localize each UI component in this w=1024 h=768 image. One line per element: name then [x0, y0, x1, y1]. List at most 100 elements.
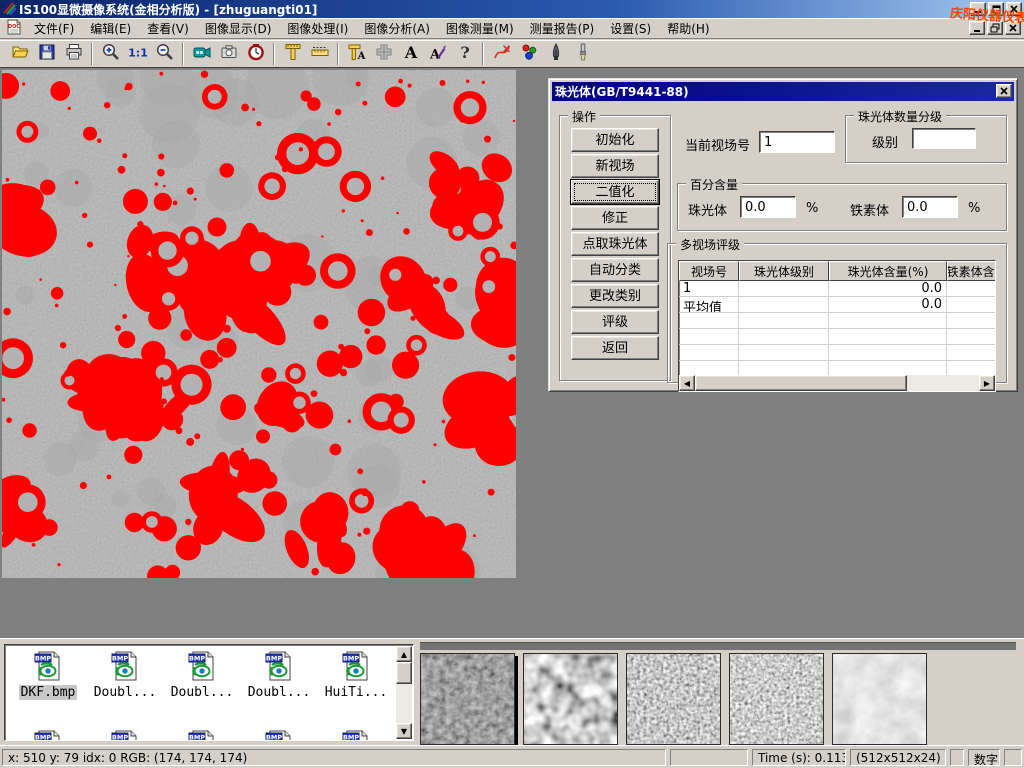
- file-item-row2-2[interactable]: BMP: [165, 729, 239, 741]
- measure-label-button[interactable]: A: [343, 42, 370, 66]
- ruler-button[interactable]: [306, 42, 333, 66]
- column-header-2[interactable]: 珠光体含量(%): [829, 261, 947, 281]
- bmp-file-icon: BMP: [33, 671, 63, 685]
- table-row-0[interactable]: 10.0: [679, 281, 995, 297]
- menu-item-2[interactable]: 查看(V): [139, 18, 197, 39]
- file-list-scrollbar[interactable]: ▲ ▼: [396, 646, 412, 739]
- op-button-6[interactable]: 更改类别: [571, 284, 659, 308]
- text-button[interactable]: A: [397, 42, 424, 66]
- file-browser[interactable]: BMPDKF.bmpBMPDoubl...BMPDoubl...BMPDoubl…: [4, 644, 414, 741]
- file-name: DKF.bmp: [19, 685, 78, 700]
- ferrite-percent-input[interactable]: [902, 196, 958, 218]
- print-button[interactable]: [60, 42, 87, 66]
- op-button-7[interactable]: 评级: [571, 310, 659, 334]
- file-item-1[interactable]: BMPDoubl...: [88, 650, 162, 700]
- image-thumbnail-3[interactable]: [729, 653, 824, 745]
- file-item-row2-3[interactable]: BMP: [242, 729, 316, 741]
- table-row-empty[interactable]: [679, 313, 995, 329]
- close-button[interactable]: [1006, 2, 1022, 16]
- save-button[interactable]: [33, 42, 60, 66]
- open-icon: [10, 42, 30, 65]
- menu-item-3[interactable]: 图像显示(D): [197, 18, 280, 39]
- image-thumbnail-0[interactable]: [420, 653, 515, 745]
- scroll-left-button[interactable]: ◀: [679, 375, 695, 391]
- help-button[interactable]: ?: [451, 42, 478, 66]
- classify-button[interactable]: [515, 42, 542, 66]
- menu-item-7[interactable]: 测量报告(P): [522, 18, 603, 39]
- zoom-in-button[interactable]: [97, 42, 124, 66]
- menu-item-9[interactable]: 帮助(H): [659, 18, 717, 39]
- file-scrollbar-thumb[interactable]: [396, 662, 412, 684]
- zoom-out-button[interactable]: [151, 42, 178, 66]
- scroll-right-button[interactable]: ▶: [979, 375, 995, 391]
- rating-table[interactable]: 视场号珠光体级别珠光体含量(%)铁素体含量(%) 10.0平均值0.0 ◀ ▶: [678, 260, 996, 392]
- table-row-empty[interactable]: [679, 345, 995, 361]
- op-button-8[interactable]: 返回: [571, 336, 659, 360]
- column-header-3[interactable]: 铁素体含量(%): [947, 261, 996, 281]
- op-button-5[interactable]: 自动分类: [571, 258, 659, 282]
- file-item-4[interactable]: BMPHuiTi...: [319, 650, 393, 700]
- timer-button[interactable]: [242, 42, 269, 66]
- metallographic-image[interactable]: [2, 70, 516, 578]
- toolbar-separator: [91, 43, 93, 65]
- op-button-2[interactable]: 二值化: [571, 180, 659, 204]
- scroll-up-button[interactable]: ▲: [396, 646, 412, 662]
- table-cell: [947, 297, 996, 312]
- scroll-down-button[interactable]: ▼: [396, 723, 412, 739]
- image-thumbnail-1[interactable]: [523, 653, 618, 745]
- image-thumbnail-4[interactable]: [832, 653, 927, 745]
- level-input[interactable]: [912, 128, 976, 149]
- mdi-minimize-button[interactable]: [969, 21, 985, 35]
- open-button[interactable]: [6, 42, 33, 66]
- table-horizontal-scrollbar[interactable]: ◀ ▶: [679, 375, 995, 391]
- app-icon: [2, 1, 16, 18]
- file-item-2[interactable]: BMPDoubl...: [165, 650, 239, 700]
- file-item-0[interactable]: BMPDKF.bmp: [11, 650, 85, 700]
- minimize-button[interactable]: [970, 2, 986, 16]
- menu-item-1[interactable]: 编辑(E): [82, 18, 139, 39]
- file-item-row2-4[interactable]: BMP: [319, 729, 393, 741]
- brush-button[interactable]: [569, 42, 596, 66]
- status-empty-1: [670, 749, 748, 766]
- op-button-4[interactable]: 点取珠光体: [571, 232, 659, 256]
- image-thumbnail-2[interactable]: [626, 653, 721, 745]
- mdi-restore-button[interactable]: [987, 21, 1003, 35]
- mdi-close-button[interactable]: [1005, 21, 1021, 35]
- pearlite-percent-sign: %: [806, 201, 818, 216]
- spline-cut-button[interactable]: [488, 42, 515, 66]
- file-item-row2-0[interactable]: BMP: [11, 729, 85, 741]
- dialog-close-button[interactable]: [996, 84, 1012, 98]
- menu-item-0[interactable]: 文件(F): [26, 18, 82, 39]
- maximize-button[interactable]: [988, 2, 1004, 16]
- menu-item-6[interactable]: 图像测量(M): [438, 18, 522, 39]
- menu-item-5[interactable]: 图像分析(A): [356, 18, 438, 39]
- pearlite-percent-input[interactable]: [740, 196, 796, 218]
- pen-button[interactable]: [542, 42, 569, 66]
- column-header-0[interactable]: 视场号: [679, 261, 739, 281]
- menu-item-8[interactable]: 设置(S): [602, 18, 659, 39]
- menu-item-4[interactable]: 图像处理(I): [279, 18, 356, 39]
- workspace: 珠光体(GB/T9441-88) 操作 初始化新视场二值化修正点取珠光体自动分类…: [0, 68, 1024, 638]
- caliper-button[interactable]: [279, 42, 306, 66]
- table-row-1[interactable]: 平均值0.0: [679, 297, 995, 313]
- table-cell: 0.0: [829, 297, 947, 312]
- grid-cross-button[interactable]: [370, 42, 397, 66]
- text-edit-button[interactable]: A: [424, 42, 451, 66]
- table-cell: [829, 329, 947, 344]
- capture-button[interactable]: [215, 42, 242, 66]
- bmp-file-icon: BMP: [341, 671, 371, 685]
- op-button-0[interactable]: 初始化: [571, 128, 659, 152]
- file-name: Doubl...: [246, 685, 313, 700]
- actual-size-button[interactable]: 1:1: [124, 42, 151, 66]
- op-button-3[interactable]: 修正: [571, 206, 659, 230]
- table-row-empty[interactable]: [679, 329, 995, 345]
- current-field-input[interactable]: [759, 131, 835, 153]
- file-item-3[interactable]: BMPDoubl...: [242, 650, 316, 700]
- scrollbar-thumb[interactable]: [695, 375, 907, 391]
- thumbnail-separator: [420, 642, 1016, 650]
- op-button-1[interactable]: 新视场: [571, 154, 659, 178]
- video-camera-button[interactable]: [188, 42, 215, 66]
- file-item-row2-1[interactable]: BMP: [88, 729, 162, 741]
- toolbar-separator: [482, 43, 484, 65]
- column-header-1[interactable]: 珠光体级别: [739, 261, 829, 281]
